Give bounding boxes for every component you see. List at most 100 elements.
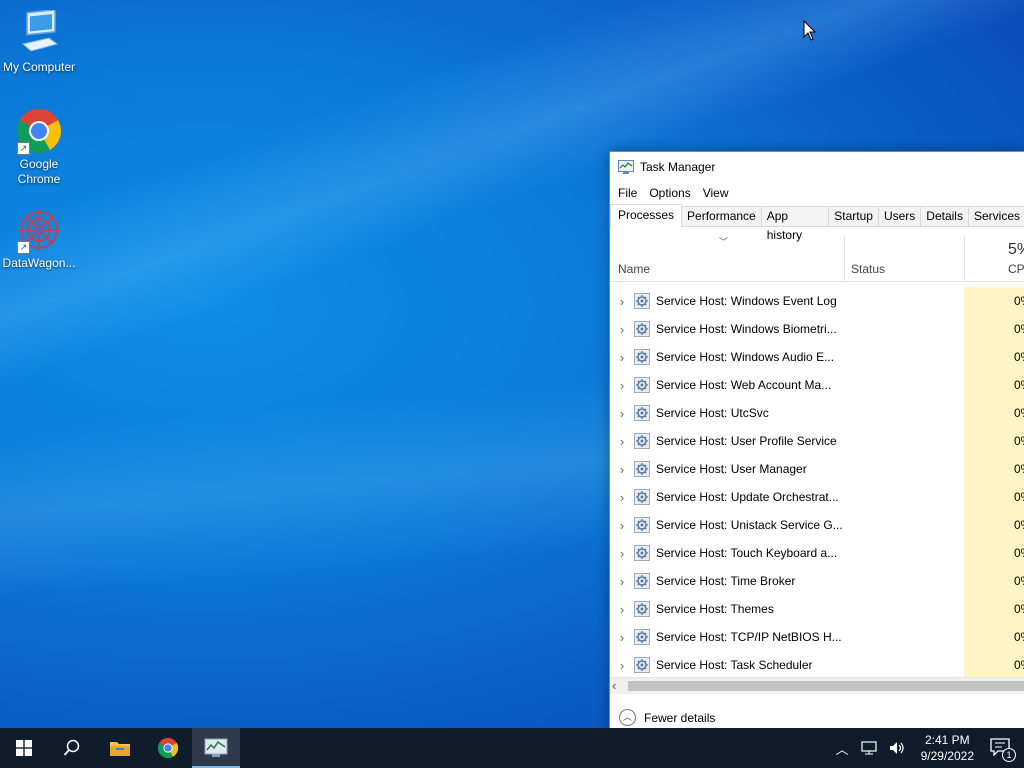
- tab-app-history[interactable]: App history: [760, 206, 830, 242]
- tab-users[interactable]: Users: [877, 206, 922, 226]
- process-row[interactable]: › Service Host: Web Account Ma... 0%: [610, 371, 1024, 399]
- process-name: Service Host: TCP/IP NetBIOS H...: [656, 630, 842, 644]
- desktop-icon-datawagon[interactable]: ↗ DataWagon...: [0, 206, 78, 271]
- process-name: Service Host: Time Broker: [656, 574, 796, 588]
- process-row[interactable]: › Service Host: Update Orchestrat... 0%: [610, 483, 1024, 511]
- service-gear-icon: [634, 489, 650, 505]
- task-manager-icon: [618, 160, 634, 174]
- task-manager-window[interactable]: Task Manager File Options View Processes…: [609, 151, 1024, 745]
- process-cpu: 0%: [1014, 518, 1024, 532]
- expand-chevron-right-icon[interactable]: ›: [610, 658, 634, 673]
- horizontal-scrollbar[interactable]: ‹: [610, 677, 1024, 694]
- column-cpu[interactable]: CPU: [1008, 262, 1024, 276]
- service-gear-icon: [634, 657, 650, 673]
- service-gear-icon: [634, 545, 650, 561]
- network-icon[interactable]: [861, 741, 877, 755]
- service-gear-icon: [634, 377, 650, 393]
- service-gear-icon: [634, 321, 650, 337]
- scroll-left-arrow-icon[interactable]: ‹: [612, 678, 616, 694]
- expand-chevron-right-icon[interactable]: ›: [610, 518, 634, 533]
- process-cpu: 0%: [1014, 546, 1024, 560]
- process-row[interactable]: › Service Host: Touch Keyboard a... 0%: [610, 539, 1024, 567]
- tab-processes[interactable]: Processes: [610, 204, 683, 228]
- service-gear-icon: [634, 517, 650, 533]
- volume-icon[interactable]: [889, 741, 905, 755]
- process-cpu: 0%: [1014, 574, 1024, 588]
- service-gear-icon: [634, 349, 650, 365]
- desktop-icon-google-chrome[interactable]: ↗ Google Chrome: [0, 107, 78, 187]
- expand-chevron-right-icon[interactable]: ›: [610, 602, 634, 617]
- process-list: › Service Host: Windows Event Log 0% › Servi…: [610, 287, 1024, 677]
- chevron-up-circle-icon: ︿: [619, 709, 636, 726]
- expand-chevron-right-icon[interactable]: ›: [610, 294, 634, 309]
- tab-strip: Processes Performance App history Startu…: [610, 204, 1024, 242]
- clock[interactable]: 2:41 PM 9/29/2022: [921, 732, 974, 764]
- process-cpu: 0%: [1014, 378, 1024, 392]
- process-row[interactable]: › Service Host: Windows Biometri... 0%: [610, 315, 1024, 343]
- process-name: Service Host: Themes: [656, 602, 774, 616]
- folder-icon: [110, 742, 130, 756]
- process-name: Service Host: Windows Audio E...: [656, 350, 835, 364]
- start-button[interactable]: [0, 728, 48, 768]
- desktop-icon-label: DataWagon...: [2, 256, 76, 270]
- process-row[interactable]: › Service Host: UtcSvc 0%: [610, 399, 1024, 427]
- expand-chevron-right-icon[interactable]: ›: [610, 434, 634, 449]
- process-row[interactable]: › Service Host: User Manager 0%: [610, 455, 1024, 483]
- expand-chevron-right-icon[interactable]: ›: [610, 350, 634, 365]
- shortcut-arrow-icon: ↗: [17, 142, 30, 155]
- column-status[interactable]: Status: [851, 262, 885, 276]
- service-gear-icon: [634, 629, 650, 645]
- process-name: Service Host: User Profile Service: [656, 434, 837, 448]
- process-row[interactable]: › Service Host: Windows Event Log 0%: [610, 287, 1024, 315]
- expand-chevron-right-icon[interactable]: ›: [610, 546, 634, 561]
- task-manager-icon: [204, 738, 228, 757]
- process-row[interactable]: › Service Host: Task Scheduler 0%: [610, 651, 1024, 677]
- process-name: Service Host: UtcSvc: [656, 406, 769, 420]
- process-row[interactable]: › Service Host: TCP/IP NetBIOS H... 0%: [610, 623, 1024, 651]
- sort-chevron-down-icon[interactable]: ﹀: [719, 235, 728, 248]
- service-gear-icon: [634, 573, 650, 589]
- menu-view[interactable]: View: [697, 186, 735, 200]
- expand-chevron-right-icon[interactable]: ›: [610, 406, 634, 421]
- menu-file[interactable]: File: [612, 186, 643, 200]
- chrome-icon: ↗: [15, 107, 63, 155]
- show-hidden-icons-chevron-up-icon[interactable]: ︿: [836, 739, 849, 758]
- action-center-button[interactable]: 1: [990, 737, 1016, 762]
- scrollbar-thumb[interactable]: [628, 681, 1024, 691]
- expand-chevron-right-icon[interactable]: ›: [610, 574, 634, 589]
- taskbar-chrome[interactable]: [144, 728, 192, 768]
- service-gear-icon: [634, 433, 650, 449]
- tab-details[interactable]: Details: [920, 206, 969, 226]
- taskbar-task-manager[interactable]: [192, 728, 240, 768]
- fewer-details-label: Fewer details: [644, 710, 716, 725]
- expand-chevron-right-icon[interactable]: ›: [610, 630, 634, 645]
- process-row[interactable]: › Service Host: Unistack Service G... 0%: [610, 511, 1024, 539]
- column-name[interactable]: Name: [618, 262, 650, 276]
- process-row[interactable]: › Service Host: Time Broker 0%: [610, 567, 1024, 595]
- tab-performance[interactable]: Performance: [681, 206, 762, 226]
- search-button[interactable]: [48, 728, 96, 768]
- expand-chevron-right-icon[interactable]: ›: [610, 462, 634, 477]
- tab-startup[interactable]: Startup: [828, 206, 879, 226]
- window-title: Task Manager: [640, 160, 716, 174]
- desktop-icon-label: My Computer: [2, 60, 76, 74]
- clock-date: 9/29/2022: [920, 749, 974, 763]
- process-row[interactable]: › Service Host: Themes 0%: [610, 595, 1024, 623]
- desktop-icon-my-computer[interactable]: My Computer: [0, 8, 78, 75]
- menu-options[interactable]: Options: [643, 186, 696, 200]
- process-cpu: 0%: [1014, 350, 1024, 364]
- process-row[interactable]: › Service Host: User Profile Service 0%: [610, 427, 1024, 455]
- fewer-details-button[interactable]: ︿ Fewer details: [619, 709, 715, 726]
- expand-chevron-right-icon[interactable]: ›: [610, 322, 634, 337]
- column-header-row: ﹀ Name Status 5% CPU: [610, 227, 1024, 282]
- title-bar[interactable]: Task Manager: [610, 152, 1024, 182]
- process-name: Service Host: Windows Biometri...: [656, 322, 837, 336]
- clock-time: 2:41 PM: [924, 733, 970, 747]
- process-cpu: 0%: [1014, 658, 1024, 672]
- taskbar-file-explorer[interactable]: [96, 728, 144, 768]
- expand-chevron-right-icon[interactable]: ›: [610, 490, 634, 505]
- expand-chevron-right-icon[interactable]: ›: [610, 378, 634, 393]
- tab-services[interactable]: Services: [967, 206, 1024, 226]
- process-cpu: 0%: [1014, 602, 1024, 616]
- process-row[interactable]: › Service Host: Windows Audio E... 0%: [610, 343, 1024, 371]
